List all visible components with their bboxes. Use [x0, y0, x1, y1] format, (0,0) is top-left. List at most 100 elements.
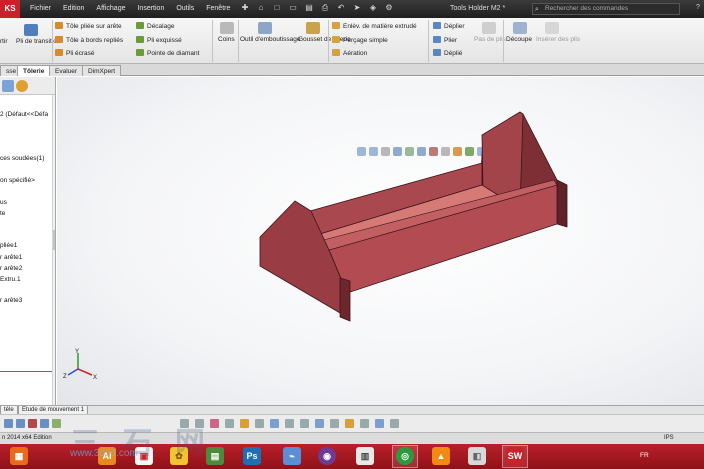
flatten-button[interactable]: Déplié	[433, 49, 462, 57]
windows-start-icon[interactable]: ▦	[10, 447, 28, 465]
tree-item-edge-flange-3[interactable]: r arête3	[0, 297, 22, 304]
cmd-icon-18[interactable]	[360, 419, 369, 428]
vent-icon	[332, 49, 340, 56]
simple-hole-button[interactable]: Perçage simple	[332, 36, 388, 44]
cmd-icon-19[interactable]	[375, 419, 384, 428]
cross-break-icon	[136, 49, 144, 56]
vlc-icon[interactable]: ▲	[432, 447, 450, 465]
cmd-icon-20[interactable]	[390, 419, 399, 428]
select-icon[interactable]: ➤	[352, 3, 362, 13]
graphics-viewport[interactable]: Y X Z	[57, 77, 704, 405]
photoshop-icon[interactable]: Ps	[243, 447, 261, 465]
tab-dimxpert[interactable]: DimXpert	[82, 65, 122, 76]
tree-item-5[interactable]: te	[0, 210, 5, 217]
gousset-button[interactable]: Gousset de tôlerie	[298, 36, 351, 44]
ribbon-partial-label[interactable]: rtir	[0, 38, 8, 45]
decalage-button[interactable]: Décalage	[136, 22, 174, 30]
cmd-icon-16[interactable]	[330, 419, 339, 428]
cmd-icon-4[interactable]	[40, 419, 49, 428]
cmd-icon-1[interactable]	[4, 419, 13, 428]
coins-button[interactable]: Coins	[218, 36, 235, 43]
tab-tolerie[interactable]: Tôlerie	[17, 65, 51, 76]
cmd-icon-12[interactable]	[270, 419, 279, 428]
tree-item-edge-flange-1[interactable]: r arête1	[0, 254, 22, 261]
inserer-plis-button[interactable]: Insérer des plis	[536, 36, 580, 44]
print-icon[interactable]: ⎙	[320, 3, 330, 13]
cmd-icon-5[interactable]	[52, 419, 61, 428]
extruded-cut-button[interactable]: Enlèv. de matière extrudé	[332, 22, 417, 30]
app-icon[interactable]: ◧	[468, 447, 486, 465]
forming-tool-icon[interactable]	[258, 22, 272, 34]
pas-de-plis-button[interactable]: Pas de plis	[474, 36, 506, 44]
document-icon[interactable]: ▥	[356, 447, 374, 465]
gusset-icon[interactable]	[306, 22, 320, 34]
save-icon[interactable]: ▤	[304, 3, 314, 13]
pli-transition-button[interactable]: Pli de transition	[16, 38, 60, 46]
fold-button[interactable]: Plier	[433, 36, 457, 44]
cmd-icon-15[interactable]	[315, 419, 324, 428]
menu-insertion[interactable]: Insertion	[131, 0, 170, 18]
cmd-icon-9[interactable]	[225, 419, 234, 428]
decoupe-button[interactable]: Découpe	[506, 36, 532, 43]
menu-fenetre[interactable]: Fenêtre	[200, 0, 236, 18]
open-icon[interactable]: ▭	[288, 3, 298, 13]
network-icon[interactable]: ⌁	[283, 447, 301, 465]
pli-exquisse-button[interactable]: Pli exquissé	[136, 36, 182, 44]
outil-emboutissage-button[interactable]: Outil d'emboutissage	[240, 36, 301, 44]
cmd-icon-14[interactable]	[300, 419, 309, 428]
tree-item-material[interactable]: on spécifié>	[0, 177, 35, 184]
undo-icon[interactable]: ↶	[336, 3, 346, 13]
appearance-icon[interactable]	[16, 80, 28, 92]
cmd-icon-11[interactable]	[255, 419, 264, 428]
x-axis-label: X	[93, 375, 97, 381]
transition-bend-icon[interactable]	[24, 24, 38, 36]
hem-icon	[55, 36, 63, 43]
media-icon[interactable]: ◉	[318, 447, 336, 465]
rebuild-icon[interactable]: ◈	[368, 3, 378, 13]
pli-ecrase-button[interactable]: Pli écrasé	[55, 49, 95, 57]
tree-item-cut-extrude[interactable]: Extru.1	[0, 276, 21, 283]
tree-item-4[interactable]: us	[0, 199, 7, 206]
menu-fichier[interactable]: Fichier	[24, 0, 57, 18]
status-units[interactable]: IPS	[664, 435, 674, 441]
options-icon[interactable]: ⚙	[384, 3, 394, 13]
scrollbar-thumb[interactable]	[53, 230, 55, 250]
tole-pliee-arete-button[interactable]: Tôle pliée sur arête	[55, 22, 122, 30]
tree-item-part[interactable]: 2 (Défaut<<Défa	[0, 111, 48, 118]
chrome-icon[interactable]: ◎	[396, 447, 414, 465]
new-icon[interactable]: □	[272, 3, 282, 13]
cmd-icon-8[interactable]	[210, 419, 219, 428]
solidworks-icon[interactable]: SW	[506, 447, 524, 465]
tole-bords-replies-label: Tôle à bords repliés	[66, 37, 124, 44]
feature-tree-icon[interactable]	[2, 80, 14, 92]
corners-icon[interactable]	[220, 22, 234, 34]
home-icon[interactable]: ⌂	[256, 3, 266, 13]
no-bends-icon[interactable]	[482, 22, 496, 34]
cmd-icon-17[interactable]	[345, 419, 354, 428]
language-indicator[interactable]: FR	[640, 452, 649, 459]
tole-bords-replies-button[interactable]: Tôle à bords repliés	[55, 36, 123, 44]
cmd-icon-2[interactable]	[16, 419, 25, 428]
panel-scrollbar[interactable]	[52, 95, 55, 405]
cmd-icon-3[interactable]	[28, 419, 37, 428]
rip-icon[interactable]	[513, 22, 527, 34]
pointe-diamant-button[interactable]: Pointe de diamant	[136, 49, 199, 57]
tree-item-base-flange[interactable]: pliée1	[0, 242, 17, 249]
help-icon[interactable]: ?	[696, 3, 702, 13]
cmd-icon-13[interactable]	[285, 419, 294, 428]
menu-edition[interactable]: Edition	[57, 0, 90, 18]
cmd-icon-10[interactable]	[240, 419, 249, 428]
app-logo[interactable]: KS	[0, 0, 20, 18]
menu-outils[interactable]: Outils	[170, 0, 200, 18]
vent-button[interactable]: Aération	[332, 49, 367, 57]
unfold-button[interactable]: Déplier	[433, 22, 465, 30]
right-flange	[556, 179, 568, 228]
tree-item-edge-flange-2[interactable]: r arête2	[0, 265, 22, 272]
insert-bends-icon[interactable]	[545, 22, 559, 34]
search-input[interactable]: ⌕ Rechercher des commandes	[532, 3, 680, 15]
tab-evaluer[interactable]: Evaluer	[49, 65, 84, 76]
tree-item-cut-list[interactable]: ces soudées(1)	[0, 155, 44, 162]
menu-affichage[interactable]: Affichage	[90, 0, 131, 18]
tool-holder-model[interactable]	[57, 77, 704, 405]
pin-icon[interactable]: ✚	[240, 3, 250, 13]
